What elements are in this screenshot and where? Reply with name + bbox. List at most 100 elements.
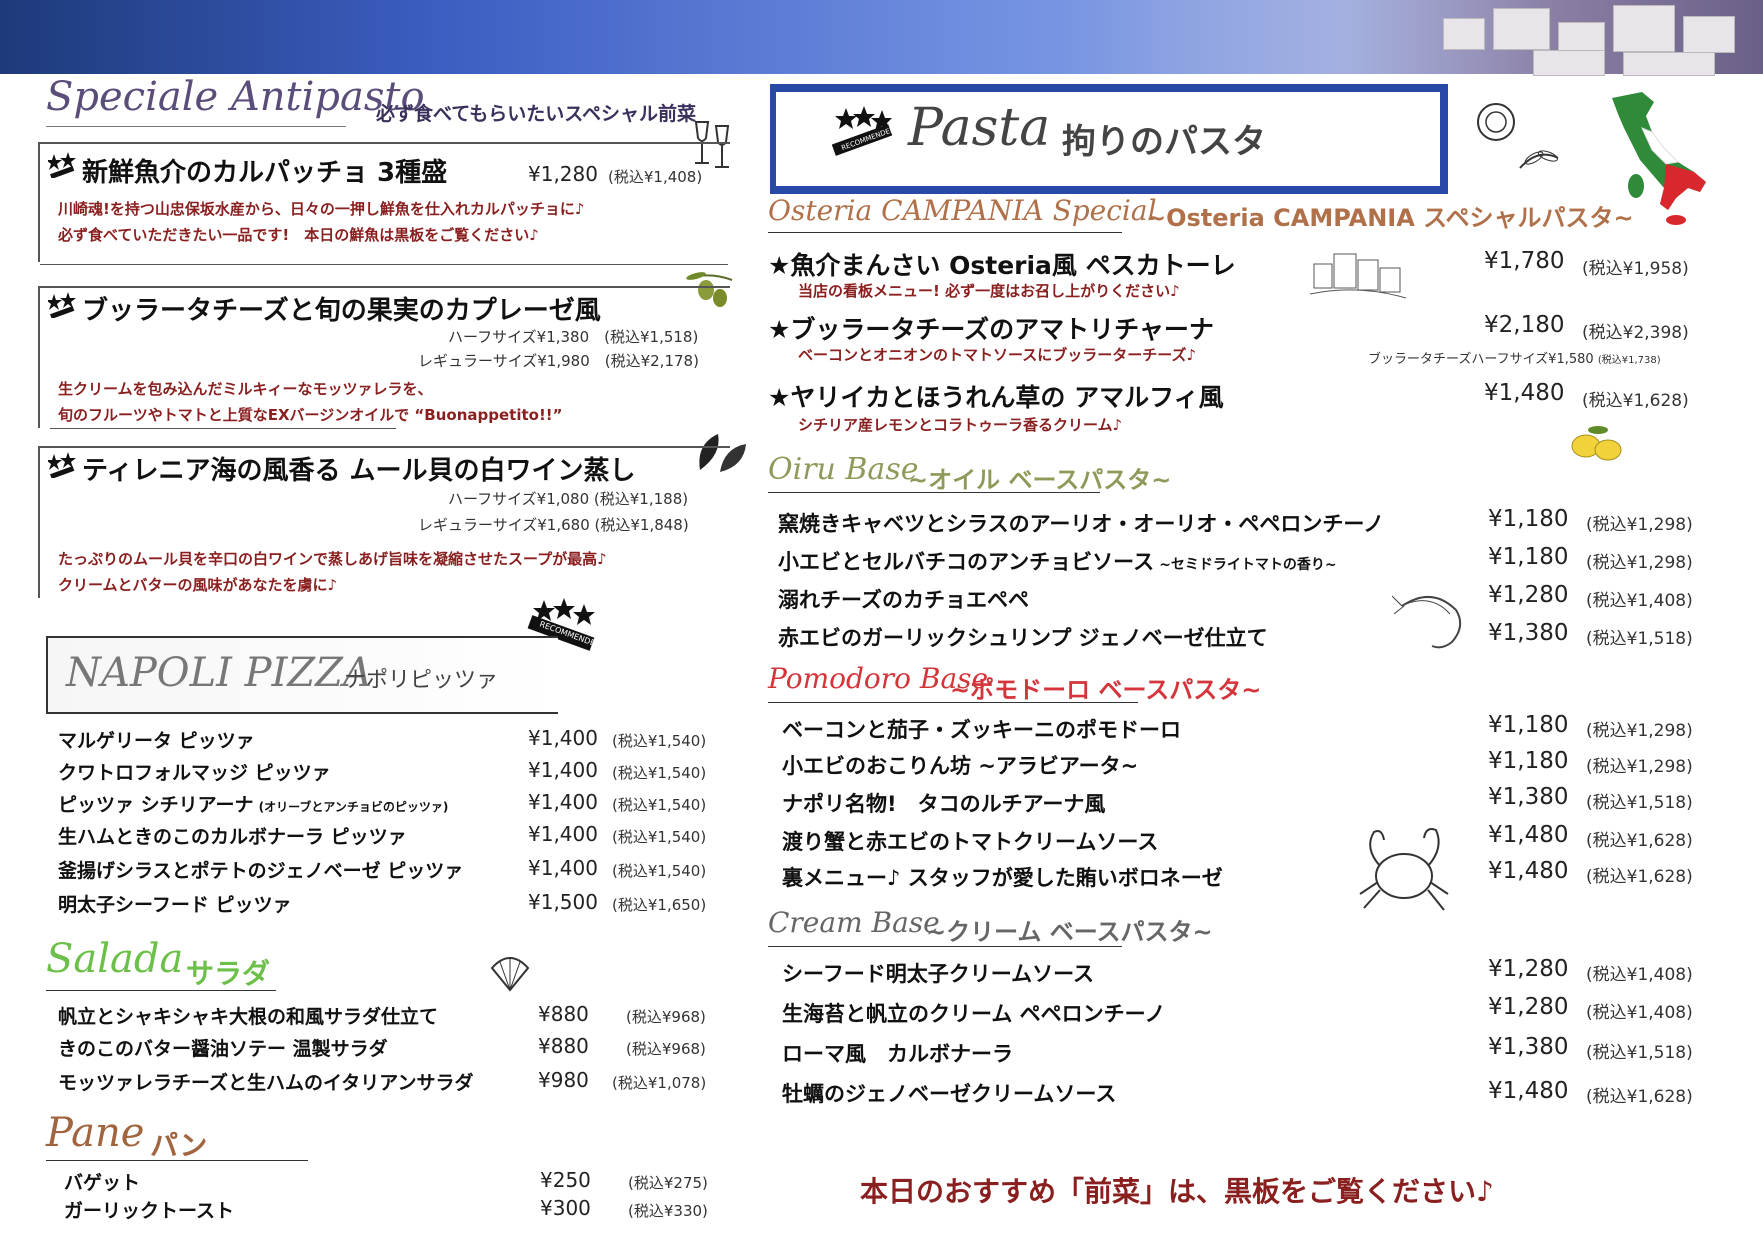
oil-row-1-price: ¥1,180: [1488, 506, 1569, 532]
salada-row-2: きのこのバター醤油ソテー 温製サラダ: [58, 1038, 388, 1060]
antipasto-item-2-regular: レギュラーサイズ¥1,980 (税込¥2,178): [418, 352, 699, 370]
stars-icon: [48, 452, 76, 478]
pizza-row-5-price: ¥1,400: [528, 856, 598, 880]
pomodoro-row-1: ベーコンと茄子・ズッキーニのポモドーロ: [782, 718, 1181, 742]
special-row-3-desc: シチリア産レモンとコラトゥーラ香るクリーム♪: [798, 416, 1123, 434]
antipasto-item-3-desc2: クリームとバターの風味があなたを虜に♪: [58, 576, 338, 594]
pane-underline: [46, 1160, 308, 1161]
pizza-row-5: 釜揚げシラスとポテトのジェノベーゼ ピッツァ: [58, 860, 464, 882]
antipasto-item-3-regular: レギュラーサイズ¥1,680 (税込¥1,848): [418, 516, 689, 534]
special-row-2-extra: ブッラータチーズハーフサイズ¥1,580 (税込¥1,738): [1368, 352, 1661, 367]
special-row-1-tax: (税込¥1,958): [1582, 259, 1689, 279]
salada-row-3: モッツァレラチーズと生ハムのイタリアンサラダ: [58, 1072, 474, 1094]
pizza-row-2-price: ¥1,400: [528, 758, 598, 782]
antipasto-item-2-half: ハーフサイズ¥1,380 (税込¥1,518): [448, 328, 699, 346]
cream-row-2-price: ¥1,280: [1488, 994, 1569, 1020]
pomodoro-underline: [768, 702, 1138, 703]
salada-row-3-price: ¥980: [538, 1068, 589, 1092]
cream-row-2-tax: (税込¥1,408): [1586, 1003, 1693, 1023]
antipasto-title-jp: 必ず食べてもらいたいスペシャル前菜: [376, 103, 696, 125]
cream-row-4-price: ¥1,480: [1488, 1078, 1569, 1104]
pomodoro-row-2-price: ¥1,180: [1488, 748, 1569, 774]
pizza-title-jp: ナポリピッツァ: [344, 668, 499, 693]
divider: [40, 264, 728, 265]
pomodoro-row-3-tax: (税込¥1,518): [1586, 793, 1693, 813]
antipasto-item-2-name: ブッラータチーズと旬の果実のカプレーゼ風: [82, 296, 601, 326]
antipasto-item-3-name: ティレニア海の風香る ムール貝の白ワイン蒸し: [82, 456, 636, 486]
antipasto-underline: [46, 126, 346, 127]
antipasto-item-1-tax: (税込¥1,408): [608, 168, 703, 186]
oil-row-1: 窯焼きキャベツとシラスのアーリオ・オーリオ・ペペロンチーノ: [778, 512, 1385, 536]
oil-row-2-price: ¥1,180: [1488, 544, 1569, 570]
special-row-3-tax: (税込¥1,628): [1582, 391, 1689, 411]
pane-row-1-price: ¥250: [540, 1168, 591, 1192]
pizza-row-3: ピッツァ シチリアーナ (オリーブとアンチョビのピッツァ): [58, 794, 449, 816]
stars-icon: [48, 292, 76, 318]
antipasto-item-2-desc2: 旬のフルーツやトマトと上質なEXバージンオイルで “Buonappetito!!…: [58, 406, 563, 424]
footer-note: 本日のおすすめ「前菜」は、黒板をご覧ください♪: [860, 1175, 1494, 1208]
special-row-1-desc: 当店の看板メニュー! 必ず一度はお召し上がりください♪: [798, 282, 1180, 300]
stars-icon: [48, 152, 76, 178]
pizza-row-2-tax: (税込¥1,540): [612, 764, 707, 782]
antipasto-item-1-name: 新鮮魚介のカルパッチョ 3種盛: [82, 158, 448, 188]
recommended-badge: RECOMMENDED: [832, 106, 892, 156]
cream-row-4: 牡蠣のジェノベーゼクリームソース: [782, 1082, 1117, 1106]
pomodoro-row-5-tax: (税込¥1,628): [1586, 867, 1693, 887]
pizza-row-4-price: ¥1,400: [528, 822, 598, 846]
salada-row-2-price: ¥880: [538, 1034, 589, 1058]
shrimp-icon: [1392, 595, 1462, 649]
cream-row-3-price: ¥1,380: [1488, 1034, 1569, 1060]
divider: [50, 428, 396, 429]
antipasto-item-3-half: ハーフサイズ¥1,080 (税込¥1,188): [448, 490, 689, 508]
special-title-jp: ~Osteria CAMPANIA スペシャルパスタ~: [1146, 204, 1634, 232]
cream-row-1: シーフード明太子クリームソース: [782, 962, 1095, 986]
special-row-2: ★ブッラータチーズのアマトリチャーナ: [768, 315, 1214, 344]
oil-row-1-tax: (税込¥1,298): [1586, 515, 1693, 535]
salada-row-1-price: ¥880: [538, 1002, 589, 1026]
special-row-1: ★魚介まんさい Osteria風 ペスカトーレ: [768, 251, 1236, 280]
pomodoro-row-2: 小エビのおこりん坊 ~アラビアータ~: [782, 754, 1139, 778]
pomodoro-row-3: ナポリ名物! タコのルチアーナ風: [782, 792, 1106, 816]
pizza-row-2: クワトロフォルマッジ ピッツァ: [58, 762, 331, 784]
cream-row-2: 生海苔と帆立のクリーム ペペロンチーノ: [782, 1002, 1166, 1026]
pasta-title-jp: 拘りのパスタ: [1062, 122, 1266, 162]
salada-row-1-tax: (税込¥968): [626, 1008, 706, 1026]
special-title-script: Osteria CAMPANIA Special: [768, 194, 1157, 227]
pane-title-script: Pane: [46, 1110, 145, 1156]
pizza-row-1-price: ¥1,400: [528, 726, 598, 750]
antipasto-item-2-desc1: 生クリームを包み込んだミルキィーなモッツァレラを、: [58, 380, 433, 398]
pizza-row-4: 生ハムときのこのカルボナーラ ピッツァ: [58, 826, 407, 848]
cream-row-4-tax: (税込¥1,628): [1586, 1087, 1693, 1107]
pomodoro-row-5: 裏メニュー♪ スタッフが愛した賄いボロネーゼ: [782, 866, 1223, 890]
scallop-shell-icon: [490, 957, 530, 992]
antipasto-title-script: Speciale Antipasto: [46, 74, 425, 120]
oil-row-3-tax: (税込¥1,408): [1586, 591, 1693, 611]
oil-row-2: 小エビとセルバチコのアンチョビソース ~セミドライトマトの香り~: [778, 550, 1337, 574]
oil-row-3: 溺れチーズのカチョエペペ: [778, 588, 1029, 612]
antipasto-item-3-desc1: たっぷりのムール貝を辛口の白ワインで蒸しあげ旨味を凝縮させたスープが最高♪: [58, 550, 607, 568]
special-row-2-tax: (税込¥2,398): [1582, 323, 1689, 343]
salada-title-script: Salada: [46, 936, 184, 982]
pane-row-2-tax: (税込¥330): [628, 1202, 708, 1220]
pomodoro-row-1-tax: (税込¥1,298): [1586, 721, 1693, 741]
pizza-row-5-tax: (税込¥1,540): [612, 862, 707, 880]
pane-title-jp: パン: [150, 1129, 208, 1162]
antipasto-item-1-desc2: 必ず食べていただきたい一品です! 本日の鮮魚は黒板をご覧ください♪: [58, 226, 539, 244]
pane-row-1: バゲット: [64, 1172, 141, 1194]
pizza-row-3-tax: (税込¥1,540): [612, 796, 707, 814]
cream-row-3: ローマ風 カルボナーラ: [782, 1042, 1013, 1066]
pizza-row-6-tax: (税込¥1,650): [612, 896, 707, 914]
oil-title-jp: ~オイル ベースパスタ~: [908, 466, 1172, 494]
salada-row-2-tax: (税込¥968): [626, 1040, 706, 1058]
pasta-herb-icon: [1477, 103, 1559, 169]
oil-row-4-tax: (税込¥1,518): [1586, 629, 1693, 649]
cream-underline: [768, 946, 1122, 947]
lemon-icon: [1571, 426, 1622, 461]
cream-title-jp: ~クリーム ベースパスタ~: [926, 918, 1213, 946]
antipasto-item-1-price: ¥1,280: [528, 162, 598, 186]
pomodoro-row-4-tax: (税込¥1,628): [1586, 831, 1693, 851]
oil-row-4: 赤エビのガーリックシュリンプ ジェノベーゼ仕立て: [778, 626, 1268, 650]
pizza-row-6-price: ¥1,500: [528, 890, 598, 914]
cream-title-script: Cream Base: [768, 906, 940, 939]
town-photo: [1063, 0, 1763, 76]
